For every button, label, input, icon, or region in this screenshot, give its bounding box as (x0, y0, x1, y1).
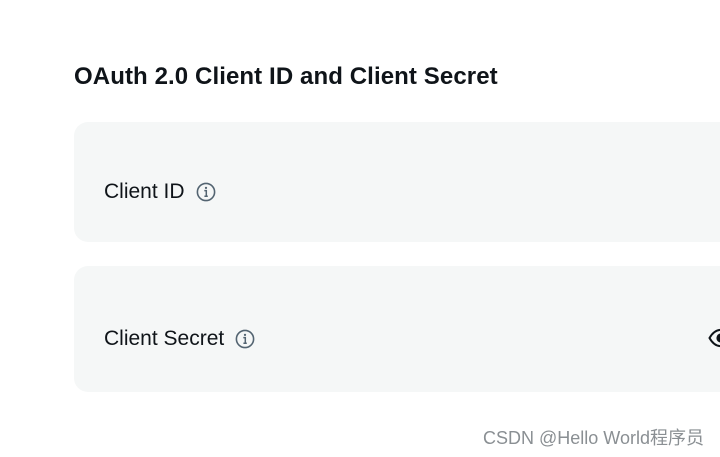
watermark: CSDN @Hello World程序员 (483, 428, 704, 448)
eye-icon[interactable] (708, 328, 720, 348)
section-title: OAuth 2.0 Client ID and Client Secret (74, 63, 498, 90)
info-icon[interactable] (195, 181, 217, 203)
client-secret-label: Client Secret (104, 327, 225, 350)
client-secret-row: Client Secret (104, 325, 256, 353)
client-id-row: Client ID (104, 178, 217, 206)
client-secret-card: Client Secret (74, 266, 720, 392)
page: OAuth 2.0 Client ID and Client Secret Cl… (0, 0, 720, 457)
info-icon[interactable] (234, 328, 256, 350)
client-id-card: Client ID (74, 122, 720, 242)
client-id-label: Client ID (104, 180, 185, 203)
